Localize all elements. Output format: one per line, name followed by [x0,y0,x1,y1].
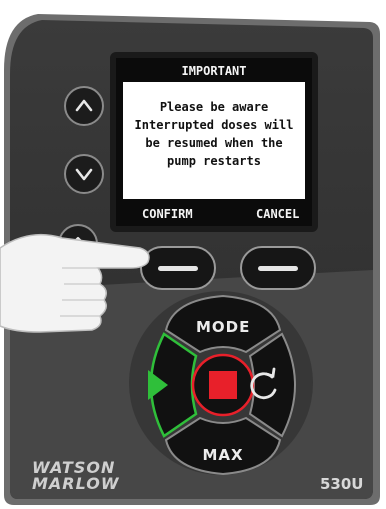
confirm-softkey-label: CONFIRM [142,207,193,221]
brand-line-2: MARLOW [32,474,120,493]
message-line: Interrupted doses will [134,118,294,132]
up-button[interactable] [64,86,104,126]
cancel-softkey-button[interactable] [240,246,316,290]
max-label: MAX [202,446,244,464]
direction-button[interactable] [248,332,296,438]
softkey-bar [258,266,298,271]
chevron-down-icon [75,168,93,181]
softkey-bar [158,266,198,271]
down-button[interactable] [64,154,104,194]
model-label: 530U [320,475,364,493]
pointing-hand-image [0,233,150,333]
stop-icon [209,371,237,399]
message-line: Please be aware [159,100,269,114]
chevron-up-icon [75,99,93,112]
message-line: pump restarts [167,154,261,168]
dialog-title: IMPORTANT [181,64,247,78]
mode-label: MODE [196,318,251,336]
message-line: be resumed when the [145,136,283,150]
dialog-message-box: Please be aware Interrupted doses will b… [123,82,305,199]
display-screen: IMPORTANT Please be aware Interrupted do… [116,58,312,226]
cancel-softkey-label: CANCEL [256,207,300,221]
